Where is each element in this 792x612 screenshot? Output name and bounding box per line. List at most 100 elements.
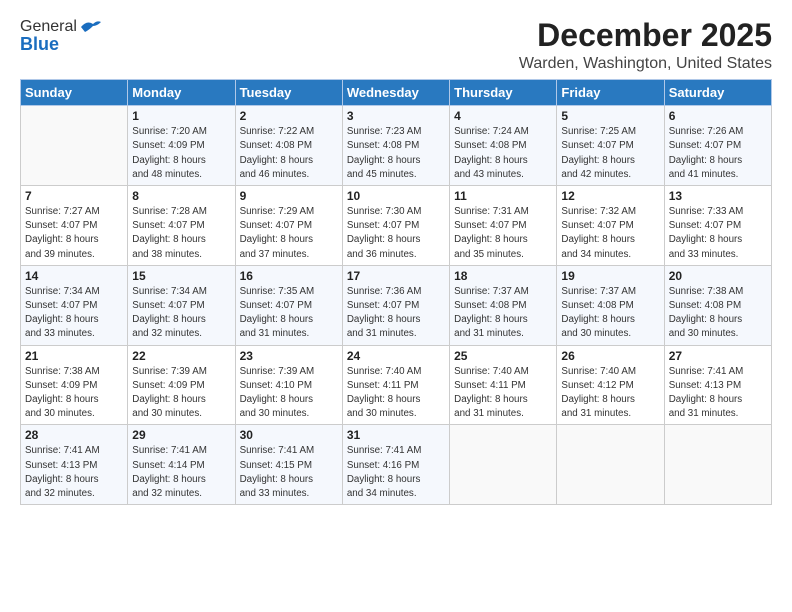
calendar-cell: 1 Sunrise: 7:20 AM Sunset: 4:09 PM Daylig… xyxy=(128,106,235,186)
day-info: Sunrise: 7:29 AM Sunset: 4:07 PM Dayligh… xyxy=(240,205,338,262)
day-number: 1 xyxy=(132,109,230,123)
day-number: 10 xyxy=(347,189,445,203)
day-number: 2 xyxy=(240,109,338,123)
day-number: 21 xyxy=(25,349,123,363)
calendar-cell xyxy=(557,425,664,505)
day-info: Sunrise: 7:40 AM Sunset: 4:11 PM Dayligh… xyxy=(347,365,445,422)
calendar-cell: 7Sunrise: 7:27 AM Sunset: 4:07 PM Daylig… xyxy=(21,186,128,266)
calendar-cell: 9Sunrise: 7:29 AM Sunset: 4:07 PM Daylig… xyxy=(235,186,342,266)
logo: General Blue xyxy=(20,18,101,55)
day-number: 23 xyxy=(240,349,338,363)
day-number: 25 xyxy=(454,349,552,363)
day-number: 28 xyxy=(25,428,123,442)
day-info: Sunrise: 7:40 AM Sunset: 4:11 PM Dayligh… xyxy=(454,365,552,422)
day-info: Sunrise: 7:36 AM Sunset: 4:07 PM Dayligh… xyxy=(347,285,445,342)
calendar: SundayMondayTuesdayWednesdayThursdayFrid… xyxy=(20,79,772,505)
calendar-cell: 2Sunrise: 7:22 AM Sunset: 4:08 PM Daylig… xyxy=(235,106,342,186)
calendar-header-wednesday: Wednesday xyxy=(342,80,449,106)
day-number: 11 xyxy=(454,189,552,203)
day-number: 29 xyxy=(132,428,230,442)
calendar-cell: 22 Sunrise: 7:39 AM Sunset: 4:09 PM Dayli… xyxy=(128,345,235,425)
day-number: 24 xyxy=(347,349,445,363)
day-number: 16 xyxy=(240,269,338,283)
day-info: Sunrise: 7:23 AM Sunset: 4:08 PM Dayligh… xyxy=(347,125,445,182)
calendar-cell: 10Sunrise: 7:30 AM Sunset: 4:07 PM Dayli… xyxy=(342,186,449,266)
title-area: December 2025 Warden, Washington, United… xyxy=(519,18,772,73)
day-info: Sunrise: 7:41 AM Sunset: 4:13 PM Dayligh… xyxy=(25,444,123,501)
day-info: Sunrise: 7:41 AM Sunset: 4:14 PM Dayligh… xyxy=(132,444,230,501)
calendar-header-tuesday: Tuesday xyxy=(235,80,342,106)
calendar-cell: 5 Sunrise: 7:25 AM Sunset: 4:07 PM Daylig… xyxy=(557,106,664,186)
day-number: 27 xyxy=(669,349,767,363)
day-info: Sunrise: 7:41 AM Sunset: 4:15 PM Dayligh… xyxy=(240,444,338,501)
calendar-cell: 17 Sunrise: 7:36 AM Sunset: 4:07 PM Dayli… xyxy=(342,265,449,345)
calendar-week-3: 14 Sunrise: 7:34 AM Sunset: 4:07 PM Dayli… xyxy=(21,265,772,345)
day-info: Sunrise: 7:38 AM Sunset: 4:09 PM Dayligh… xyxy=(25,365,123,422)
logo-bird-icon xyxy=(79,18,101,36)
day-info: Sunrise: 7:31 AM Sunset: 4:07 PM Dayligh… xyxy=(454,205,552,262)
subtitle: Warden, Washington, United States xyxy=(519,55,772,73)
calendar-cell: 12Sunrise: 7:32 AM Sunset: 4:07 PM Dayli… xyxy=(557,186,664,266)
calendar-header-saturday: Saturday xyxy=(664,80,771,106)
day-number: 18 xyxy=(454,269,552,283)
calendar-cell xyxy=(21,106,128,186)
calendar-week-2: 7Sunrise: 7:27 AM Sunset: 4:07 PM Daylig… xyxy=(21,186,772,266)
day-info: Sunrise: 7:39 AM Sunset: 4:09 PM Dayligh… xyxy=(132,365,230,422)
day-info: Sunrise: 7:24 AM Sunset: 4:08 PM Dayligh… xyxy=(454,125,552,182)
calendar-header-sunday: Sunday xyxy=(21,80,128,106)
day-number: 20 xyxy=(669,269,767,283)
day-number: 12 xyxy=(561,189,659,203)
main-title: December 2025 xyxy=(519,18,772,53)
day-info: Sunrise: 7:25 AM Sunset: 4:07 PM Dayligh… xyxy=(561,125,659,182)
day-number: 19 xyxy=(561,269,659,283)
calendar-cell: 11 Sunrise: 7:31 AM Sunset: 4:07 PM Dayli… xyxy=(450,186,557,266)
day-number: 5 xyxy=(561,109,659,123)
day-info: Sunrise: 7:20 AM Sunset: 4:09 PM Dayligh… xyxy=(132,125,230,182)
calendar-cell: 14 Sunrise: 7:34 AM Sunset: 4:07 PM Dayli… xyxy=(21,265,128,345)
page: General Blue December 2025 Warden, Washi… xyxy=(0,0,792,612)
day-number: 31 xyxy=(347,428,445,442)
calendar-cell: 8 Sunrise: 7:28 AM Sunset: 4:07 PM Daylig… xyxy=(128,186,235,266)
calendar-cell: 13Sunrise: 7:33 AM Sunset: 4:07 PM Dayli… xyxy=(664,186,771,266)
day-number: 6 xyxy=(669,109,767,123)
day-info: Sunrise: 7:41 AM Sunset: 4:16 PM Dayligh… xyxy=(347,444,445,501)
calendar-cell: 28 Sunrise: 7:41 AM Sunset: 4:13 PM Dayli… xyxy=(21,425,128,505)
calendar-cell: 20Sunrise: 7:38 AM Sunset: 4:08 PM Dayli… xyxy=(664,265,771,345)
day-info: Sunrise: 7:33 AM Sunset: 4:07 PM Dayligh… xyxy=(669,205,767,262)
calendar-cell xyxy=(664,425,771,505)
calendar-cell: 19 Sunrise: 7:37 AM Sunset: 4:08 PM Dayli… xyxy=(557,265,664,345)
calendar-cell xyxy=(450,425,557,505)
calendar-cell: 15Sunrise: 7:34 AM Sunset: 4:07 PM Dayli… xyxy=(128,265,235,345)
calendar-week-4: 21 Sunrise: 7:38 AM Sunset: 4:09 PM Dayli… xyxy=(21,345,772,425)
day-info: Sunrise: 7:40 AM Sunset: 4:12 PM Dayligh… xyxy=(561,365,659,422)
calendar-header-thursday: Thursday xyxy=(450,80,557,106)
day-info: Sunrise: 7:26 AM Sunset: 4:07 PM Dayligh… xyxy=(669,125,767,182)
calendar-cell: 3Sunrise: 7:23 AM Sunset: 4:08 PM Daylig… xyxy=(342,106,449,186)
day-info: Sunrise: 7:39 AM Sunset: 4:10 PM Dayligh… xyxy=(240,365,338,422)
calendar-cell: 16Sunrise: 7:35 AM Sunset: 4:07 PM Dayli… xyxy=(235,265,342,345)
calendar-cell: 23 Sunrise: 7:39 AM Sunset: 4:10 PM Dayli… xyxy=(235,345,342,425)
calendar-cell: 21 Sunrise: 7:38 AM Sunset: 4:09 PM Dayli… xyxy=(21,345,128,425)
day-info: Sunrise: 7:34 AM Sunset: 4:07 PM Dayligh… xyxy=(25,285,123,342)
day-info: Sunrise: 7:37 AM Sunset: 4:08 PM Dayligh… xyxy=(454,285,552,342)
calendar-header-monday: Monday xyxy=(128,80,235,106)
calendar-cell: 6 Sunrise: 7:26 AM Sunset: 4:07 PM Daylig… xyxy=(664,106,771,186)
calendar-week-1: 1 Sunrise: 7:20 AM Sunset: 4:09 PM Daylig… xyxy=(21,106,772,186)
calendar-cell: 4Sunrise: 7:24 AM Sunset: 4:08 PM Daylig… xyxy=(450,106,557,186)
day-number: 30 xyxy=(240,428,338,442)
calendar-cell: 30 Sunrise: 7:41 AM Sunset: 4:15 PM Dayli… xyxy=(235,425,342,505)
day-number: 14 xyxy=(25,269,123,283)
day-info: Sunrise: 7:27 AM Sunset: 4:07 PM Dayligh… xyxy=(25,205,123,262)
calendar-week-5: 28 Sunrise: 7:41 AM Sunset: 4:13 PM Dayli… xyxy=(21,425,772,505)
day-number: 17 xyxy=(347,269,445,283)
day-info: Sunrise: 7:37 AM Sunset: 4:08 PM Dayligh… xyxy=(561,285,659,342)
day-info: Sunrise: 7:41 AM Sunset: 4:13 PM Dayligh… xyxy=(669,365,767,422)
header: General Blue December 2025 Warden, Washi… xyxy=(20,18,772,73)
day-number: 22 xyxy=(132,349,230,363)
calendar-cell: 18 Sunrise: 7:37 AM Sunset: 4:08 PM Dayli… xyxy=(450,265,557,345)
day-number: 8 xyxy=(132,189,230,203)
logo-blue: Blue xyxy=(20,34,59,55)
calendar-cell: 31 Sunrise: 7:41 AM Sunset: 4:16 PM Dayli… xyxy=(342,425,449,505)
day-info: Sunrise: 7:28 AM Sunset: 4:07 PM Dayligh… xyxy=(132,205,230,262)
calendar-cell: 25 Sunrise: 7:40 AM Sunset: 4:11 PM Dayli… xyxy=(450,345,557,425)
